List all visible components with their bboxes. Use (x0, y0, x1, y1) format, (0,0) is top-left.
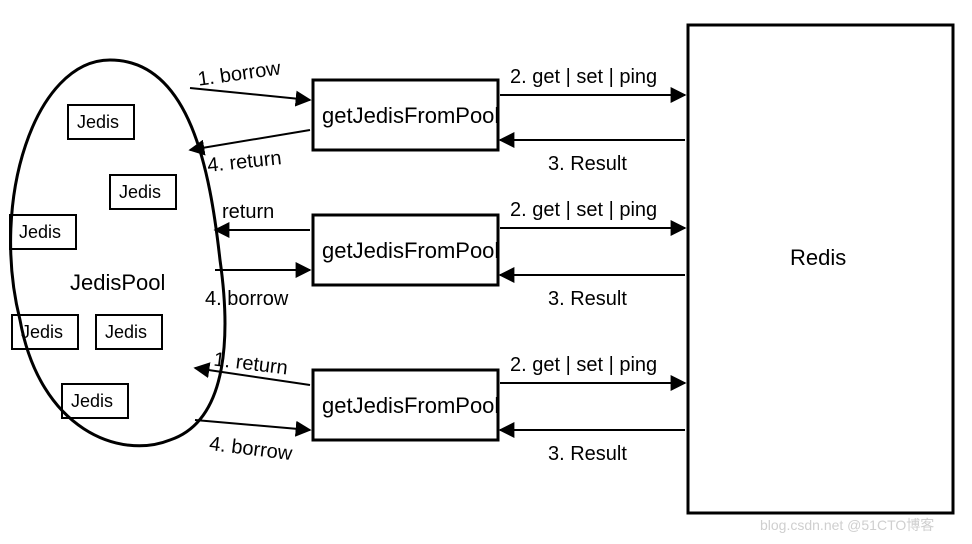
svg-text:Jedis: Jedis (71, 391, 113, 411)
svg-text:1. return: 1. return (212, 349, 289, 380)
svg-text:4. borrow: 4. borrow (205, 288, 289, 310)
svg-text:2. get | set | ping: 2. get | set | ping (510, 354, 657, 376)
jedis-box: Jedis (10, 215, 76, 249)
watermark: blog.csdn.net @51CTO博客 (760, 517, 934, 533)
svg-text:Redis: Redis (790, 245, 846, 270)
svg-text:getJedisFromPool: getJedisFromPool (322, 238, 499, 263)
redis-box: Redis (688, 25, 953, 513)
svg-text:getJedisFromPool: getJedisFromPool (322, 103, 499, 128)
svg-text:return: return (222, 201, 274, 223)
jedis-box: Jedis (62, 384, 128, 418)
arrow-borrow-3 (195, 420, 310, 430)
jedis-box: Jedis (68, 105, 134, 139)
svg-text:getJedisFromPool: getJedisFromPool (322, 393, 499, 418)
svg-text:1. borrow: 1. borrow (196, 57, 282, 90)
arrow-return-1 (190, 130, 310, 150)
svg-text:3. Result: 3. Result (548, 443, 627, 465)
jedis-box: Jedis (12, 315, 78, 349)
jedis-pool-diagram: JedisPool Jedis Jedis Jedis Jedis Jedis … (0, 0, 972, 544)
svg-text:Jedis: Jedis (19, 222, 61, 242)
jedis-box: Jedis (110, 175, 176, 209)
pool-label: JedisPool (70, 270, 165, 295)
svg-text:2. get | set | ping: 2. get | set | ping (510, 66, 657, 88)
svg-text:2. get | set | ping: 2. get | set | ping (510, 199, 657, 221)
svg-text:3. Result: 3. Result (548, 288, 627, 310)
svg-text:4. borrow: 4. borrow (208, 433, 294, 465)
svg-text:Jedis: Jedis (77, 112, 119, 132)
worker-box-1: getJedisFromPool (313, 80, 499, 150)
svg-text:4. return: 4. return (206, 147, 282, 177)
svg-text:Jedis: Jedis (105, 322, 147, 342)
svg-text:Jedis: Jedis (21, 322, 63, 342)
arrow-borrow-1 (190, 88, 310, 100)
jedis-box: Jedis (96, 315, 162, 349)
svg-text:Jedis: Jedis (119, 182, 161, 202)
worker-box-3: getJedisFromPool (313, 370, 499, 440)
jedis-pool: JedisPool Jedis Jedis Jedis Jedis Jedis … (10, 60, 225, 446)
worker-box-2: getJedisFromPool (313, 215, 499, 285)
svg-text:3. Result: 3. Result (548, 153, 627, 175)
